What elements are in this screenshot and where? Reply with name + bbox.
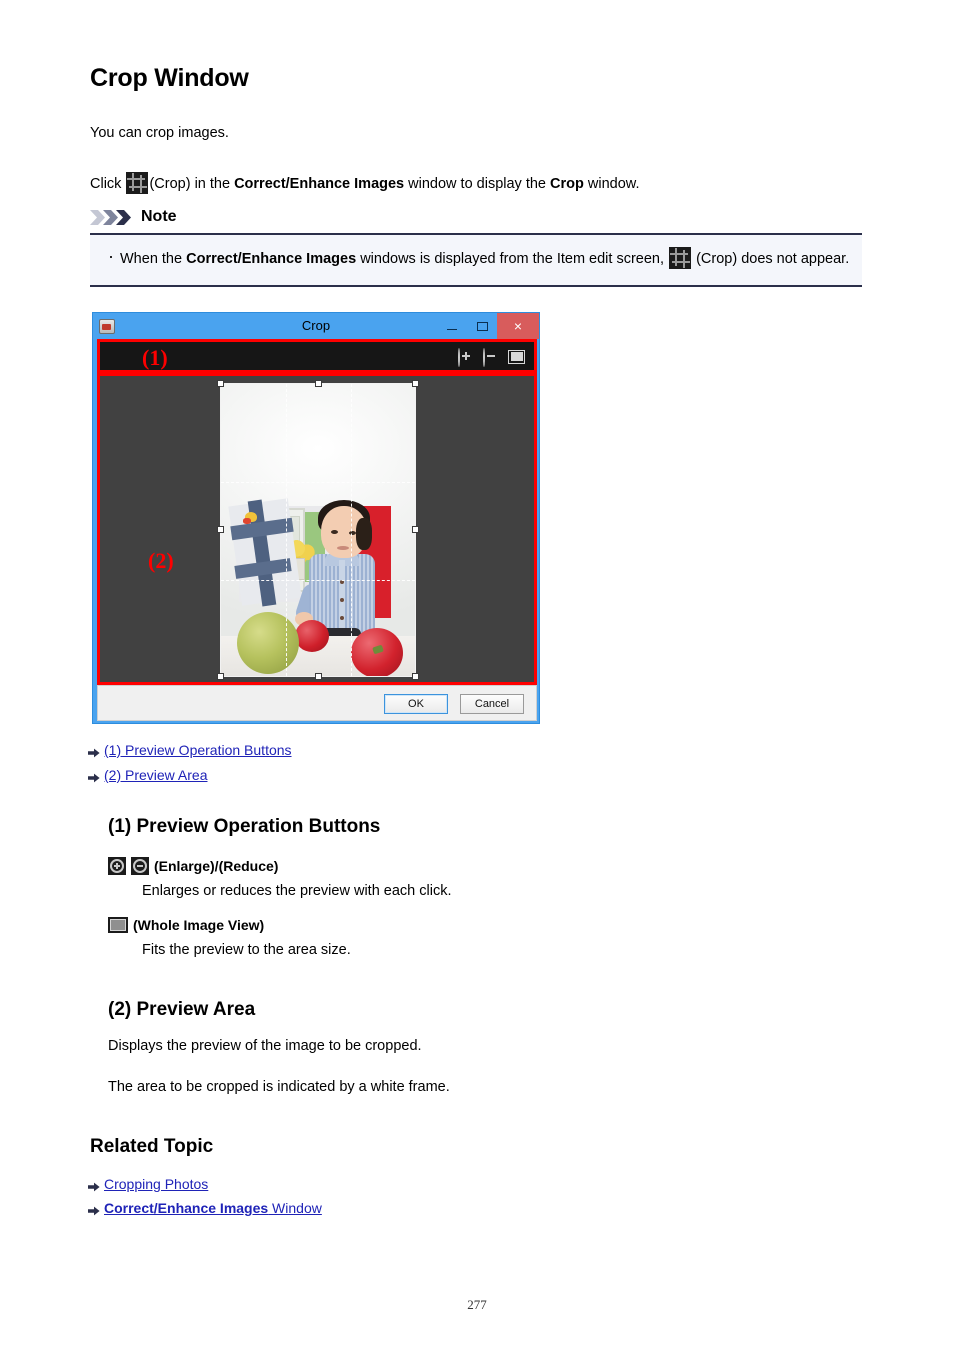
related-link-2-plain: Window	[268, 1200, 322, 1216]
note-list-item: When the Correct/Enhance Images windows …	[100, 245, 852, 271]
related-link-cropping-photos[interactable]: Cropping Photos	[88, 1176, 208, 1192]
note-bold-correct-enhance: Correct/Enhance Images	[186, 251, 357, 267]
preview-area-paragraph-2: The area to be cropped is indicated by a…	[108, 1079, 450, 1095]
preview-photo	[221, 384, 415, 676]
arrow-icon	[88, 1203, 100, 1219]
crop-handle-middle-right[interactable]	[412, 526, 419, 533]
reduce-icon[interactable]	[483, 348, 498, 367]
dialog-footer: OK Cancel	[97, 685, 537, 721]
crop-handle-top-right[interactable]	[412, 380, 419, 387]
enlarge-icon	[108, 857, 126, 875]
note-suffix: (Crop) does not appear.	[696, 251, 850, 267]
preview-area-paragraph-1: Displays the preview of the image to be …	[108, 1038, 422, 1054]
section-heading-related-topic: Related Topic	[90, 1136, 214, 1157]
click-prefix: Click	[90, 176, 122, 192]
whole-image-view-icon[interactable]	[508, 349, 525, 364]
close-button[interactable]: ×	[497, 313, 539, 339]
chevrons-icon	[90, 209, 134, 225]
note-prefix: When the	[120, 251, 183, 267]
note-body: When the Correct/Enhance Images windows …	[90, 235, 862, 288]
note-box: Note When the Correct/Enhance Images win…	[90, 206, 862, 288]
crop-handle-bottom-center[interactable]	[314, 673, 322, 680]
related-link-2-bold: Correct/Enhance Images	[104, 1200, 269, 1216]
page-title: Crop Window	[90, 64, 249, 92]
jump-link-1-label[interactable]: (1) Preview Operation Buttons	[104, 742, 292, 758]
whole-image-view-definition: (Whole Image View)	[108, 917, 264, 933]
arrow-icon	[88, 745, 100, 761]
click-bold-correct-enhance: Correct/Enhance Images	[234, 176, 405, 192]
related-link-2[interactable]: Correct/Enhance Images Window	[104, 1200, 322, 1216]
jump-link-2-label[interactable]: (2) Preview Area	[104, 767, 207, 783]
note-title: Note	[141, 208, 177, 225]
section-heading-preview-operation-buttons: (1) Preview Operation Buttons	[108, 816, 381, 837]
ok-button[interactable]: OK	[384, 694, 448, 714]
note-header: Note	[90, 206, 862, 230]
whole-image-view-label: (Whole Image View)	[133, 917, 265, 933]
reduce-icon	[131, 857, 149, 875]
preview-area[interactable]: (2)	[97, 373, 537, 685]
note-middle: windows is displayed from the Item edit …	[360, 251, 665, 267]
enlarge-reduce-description: Enlarges or reduces the preview with eac…	[142, 883, 452, 899]
window-titlebar: Crop ×	[93, 313, 539, 339]
window-body: (1) (2) OK Cancel	[97, 339, 537, 721]
related-link-correct-enhance-images-window[interactable]: Correct/Enhance Images Window	[88, 1200, 322, 1216]
minimize-button[interactable]	[437, 313, 467, 339]
whole-image-view-icon	[108, 917, 128, 933]
crop-handle-top-center[interactable]	[314, 380, 322, 387]
crop-icon	[126, 172, 149, 194]
intro-paragraph: You can crop images.	[90, 125, 229, 141]
window-controls: ×	[437, 313, 539, 339]
annotation-label-1: (1)	[142, 345, 168, 370]
click-after-icon: (Crop) in the	[149, 176, 231, 192]
jump-link-preview-area[interactable]: (2) Preview Area	[88, 767, 207, 783]
whole-image-view-description: Fits the preview to the area size.	[142, 942, 351, 958]
document-page: Crop Window You can crop images. Click (…	[0, 0, 954, 1350]
toolbar-icon-group	[458, 348, 525, 367]
arrow-icon	[88, 1179, 100, 1195]
crop-window-screenshot: Crop × (1) (2) OK Cancel	[92, 312, 540, 724]
crop-handle-bottom-left[interactable]	[217, 673, 224, 680]
cancel-button[interactable]: Cancel	[460, 694, 524, 714]
crop-selection-frame[interactable]	[220, 383, 416, 677]
click-bold-crop: Crop	[550, 176, 584, 192]
crop-handle-bottom-right[interactable]	[412, 673, 419, 680]
related-link-1-label[interactable]: Cropping Photos	[104, 1176, 208, 1192]
enlarge-reduce-definition: (Enlarge)/(Reduce)	[108, 857, 278, 875]
enlarge-reduce-label: (Enlarge)/(Reduce)	[154, 858, 279, 874]
jump-link-preview-operation-buttons[interactable]: (1) Preview Operation Buttons	[88, 742, 292, 758]
crop-handle-middle-left[interactable]	[217, 526, 224, 533]
click-suffix: window.	[587, 176, 640, 192]
section-heading-preview-area: (2) Preview Area	[108, 999, 256, 1020]
preview-operation-toolbar: (1)	[97, 339, 537, 373]
crop-icon	[669, 247, 692, 269]
crop-handle-top-left[interactable]	[217, 380, 224, 387]
arrow-icon	[88, 770, 100, 786]
enlarge-icon[interactable]	[458, 348, 473, 367]
page-number: 277	[467, 1297, 487, 1312]
click-middle: window to display the	[408, 176, 546, 192]
click-instruction: Click (Crop) in the Correct/Enhance Imag…	[90, 172, 639, 194]
annotation-label-2: (2)	[148, 548, 174, 573]
maximize-button[interactable]	[467, 313, 497, 339]
